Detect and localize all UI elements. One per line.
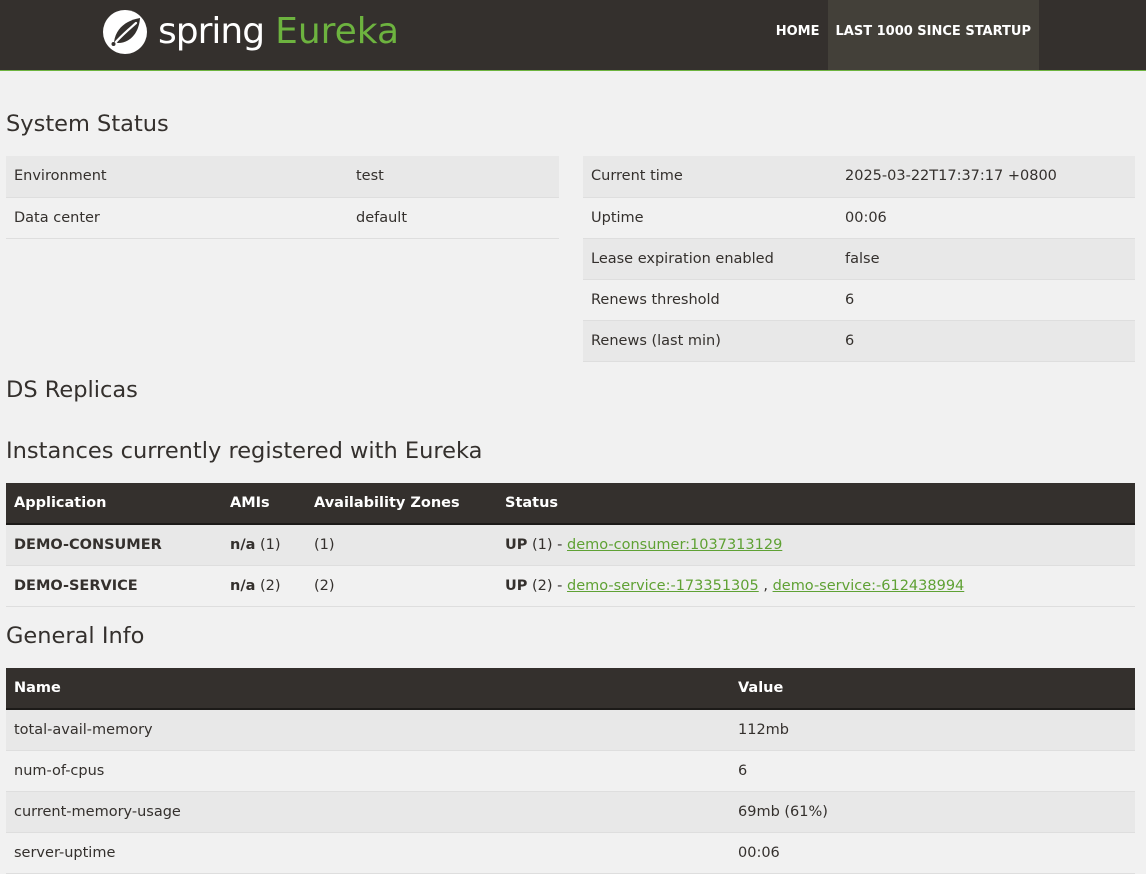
- table-row: Environment test: [6, 156, 559, 198]
- status-value: default: [348, 197, 559, 239]
- status-up: UP: [505, 536, 528, 553]
- status-label: Current time: [583, 156, 837, 198]
- spring-leaf-icon: [103, 10, 147, 54]
- table-header-row: Name Value: [6, 668, 1135, 710]
- application-name: DEMO-CONSUMER: [14, 536, 162, 553]
- info-name: total-avail-memory: [6, 709, 730, 751]
- instance-link[interactable]: demo-service:-173351305: [567, 578, 759, 594]
- status-label: Data center: [6, 197, 348, 239]
- zones-count: (2): [314, 577, 335, 594]
- ds-replicas-heading: DS Replicas: [6, 377, 138, 403]
- status-label: Renews threshold: [583, 279, 837, 321]
- table-row: total-avail-memory 112mb: [6, 709, 1135, 751]
- amis-value: n/a: [230, 577, 256, 594]
- table-row: Data center default: [6, 197, 559, 239]
- brand-spring-text: spring: [158, 11, 265, 52]
- nav-home-link[interactable]: HOME: [768, 0, 828, 70]
- amis-count: (2): [260, 577, 281, 594]
- brand-eureka-text: Eureka: [275, 11, 400, 52]
- table-row: DEMO-SERVICE n/a (2) (2) UP (2) - demo-s…: [6, 565, 1135, 607]
- status-up: UP: [505, 577, 528, 594]
- link-separator: ,: [758, 577, 773, 594]
- table-row: Lease expiration enabled false: [583, 238, 1135, 280]
- column-header: Availability Zones: [306, 483, 497, 525]
- table-row: Renews threshold 6: [583, 279, 1135, 321]
- status-value: false: [837, 238, 1135, 280]
- table-header-row: Application AMIs Availability Zones Stat…: [6, 483, 1135, 525]
- column-header: AMIs: [222, 483, 306, 525]
- column-header: Value: [730, 668, 1135, 710]
- info-name: server-uptime: [6, 832, 730, 874]
- info-value: 112mb: [730, 709, 1135, 751]
- amis-value: n/a: [230, 536, 256, 553]
- table-row: Current time 2025-03-22T17:37:17 +0800: [583, 156, 1135, 198]
- system-status-heading: System Status: [6, 111, 169, 137]
- status-value: 6: [837, 320, 1135, 362]
- info-value: 00:06: [730, 832, 1135, 874]
- info-value: 69mb (61%): [730, 791, 1135, 833]
- status-label: Environment: [6, 156, 348, 198]
- status-label: Uptime: [583, 197, 837, 239]
- table-row: DEMO-CONSUMER n/a (1) (1) UP (1) - demo-…: [6, 524, 1135, 566]
- status-count: (2) -: [532, 577, 568, 594]
- status-value: test: [348, 156, 559, 198]
- table-row: Renews (last min) 6: [583, 320, 1135, 362]
- amis-count: (1): [260, 536, 281, 553]
- status-value: 00:06: [837, 197, 1135, 239]
- column-header: Status: [497, 483, 1135, 525]
- zones-count: (1): [314, 536, 335, 553]
- table-row: server-uptime 00:06: [6, 832, 1135, 874]
- table-row: Uptime 00:06: [583, 197, 1135, 239]
- instances-table: Application AMIs Availability Zones Stat…: [6, 483, 1135, 607]
- status-value: 2025-03-22T17:37:17 +0800: [837, 156, 1135, 198]
- info-name: current-memory-usage: [6, 791, 730, 833]
- status-label: Lease expiration enabled: [583, 238, 837, 280]
- application-name: DEMO-SERVICE: [14, 577, 138, 594]
- general-info-heading: General Info: [6, 623, 145, 649]
- general-info-table: Name Value total-avail-memory 112mb num-…: [6, 668, 1135, 874]
- brand-logo-link[interactable]: spring Eureka: [102, 8, 399, 56]
- navbar: spring Eureka HOME LAST 1000 SINCE START…: [0, 0, 1146, 71]
- nav-last1000-link[interactable]: LAST 1000 SINCE STARTUP: [827, 0, 1039, 70]
- table-row: num-of-cpus 6: [6, 750, 1135, 792]
- system-status-right-table: Current time 2025-03-22T17:37:17 +0800 U…: [583, 156, 1135, 362]
- instance-link[interactable]: demo-consumer:1037313129: [567, 537, 782, 553]
- column-header: Name: [6, 668, 730, 710]
- info-name: num-of-cpus: [6, 750, 730, 792]
- status-count: (1) -: [532, 536, 568, 553]
- system-status-left-table: Environment test Data center default: [6, 156, 559, 239]
- table-row: current-memory-usage 69mb (61%): [6, 791, 1135, 833]
- instances-heading: Instances currently registered with Eure…: [6, 438, 483, 464]
- nav-links: HOME LAST 1000 SINCE STARTUP: [768, 0, 1039, 70]
- column-header: Application: [6, 483, 222, 525]
- instance-link[interactable]: demo-service:-612438994: [773, 578, 965, 594]
- info-value: 6: [730, 750, 1135, 792]
- status-label: Renews (last min): [583, 320, 837, 362]
- status-value: 6: [837, 279, 1135, 321]
